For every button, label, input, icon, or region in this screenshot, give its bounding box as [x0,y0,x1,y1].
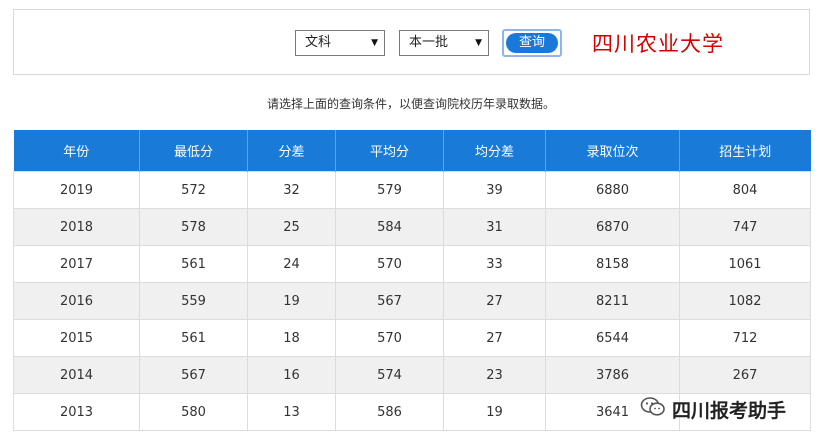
query-button[interactable]: 查询 [502,29,562,57]
cell-plan: 267 [679,356,811,394]
table-row: 2018 578 25 584 31 6870 747 [13,208,811,246]
cell-score-diff: 32 [247,171,336,209]
table-row: 2014 567 16 574 23 3786 267 [13,356,811,394]
cell-rank: 3786 [545,356,680,394]
table-row: 2016 559 19 567 27 8211 1082 [13,282,811,320]
column-header-rank: 录取位次 [545,130,680,172]
column-header-avg-diff: 均分差 [443,130,546,172]
column-header-year: 年份 [13,130,140,172]
dropdown-arrow-icon: ▼ [475,38,482,48]
cell-rank: 6880 [545,171,680,209]
cell-year: 2014 [13,356,140,394]
query-button-label: 查询 [506,33,558,53]
cell-avg-diff: 27 [443,282,546,320]
column-header-plan: 招生计划 [679,130,811,172]
cell-min-score: 578 [139,208,248,246]
column-header-avg-score: 平均分 [335,130,444,172]
cell-year: 2019 [13,171,140,209]
wechat-watermark: 四川报考助手 [640,394,786,424]
table-row: 2017 561 24 570 33 8158 1061 [13,245,811,283]
cell-avg-diff: 19 [443,393,546,431]
cell-min-score: 567 [139,356,248,394]
column-header-score-diff: 分差 [247,130,336,172]
cell-avg-diff: 23 [443,356,546,394]
cell-score-diff: 13 [247,393,336,431]
subject-select-value: 文科 [305,35,332,50]
cell-rank: 6870 [545,208,680,246]
cell-score-diff: 18 [247,319,336,357]
cell-plan: 1082 [679,282,811,320]
dropdown-arrow-icon: ▼ [371,38,378,48]
cell-min-score: 572 [139,171,248,209]
cell-score-diff: 16 [247,356,336,394]
batch-select-value: 本一批 [409,35,449,50]
cell-score-diff: 19 [247,282,336,320]
cell-avg-diff: 33 [443,245,546,283]
cell-year: 2015 [13,319,140,357]
cell-avg-score: 579 [335,171,444,209]
cell-year: 2017 [13,245,140,283]
wechat-icon [640,396,666,422]
cell-min-score: 561 [139,245,248,283]
cell-avg-score: 584 [335,208,444,246]
query-hint: 请选择上面的查询条件，以便查询院校历年录取数据。 [266,97,555,111]
cell-avg-score: 570 [335,245,444,283]
table-row: 2015 561 18 570 27 6544 712 [13,319,811,357]
cell-rank: 8211 [545,282,680,320]
cell-year: 2018 [13,208,140,246]
cell-year: 2016 [13,282,140,320]
table-header-row: 年份 最低分 分差 平均分 均分差 录取位次 招生计划 [13,130,811,172]
subject-select[interactable]: 文科 ▼ [295,30,385,56]
cell-rank: 6544 [545,319,680,357]
cell-plan: 747 [679,208,811,246]
query-filter-panel: 文科 ▼ 本一批 ▼ 查询 四川农业大学 [13,9,810,75]
cell-plan: 804 [679,171,811,209]
school-name: 四川农业大学 [592,32,724,56]
cell-score-diff: 25 [247,208,336,246]
cell-plan: 1061 [679,245,811,283]
cell-avg-diff: 27 [443,319,546,357]
cell-min-score: 561 [139,319,248,357]
cell-avg-score: 574 [335,356,444,394]
cell-avg-diff: 31 [443,208,546,246]
batch-select[interactable]: 本一批 ▼ [399,30,489,56]
cell-year: 2013 [13,393,140,431]
cell-rank: 8158 [545,245,680,283]
cell-min-score: 580 [139,393,248,431]
cell-score-diff: 24 [247,245,336,283]
watermark-text: 四川报考助手 [672,399,787,422]
cell-avg-score: 570 [335,319,444,357]
cell-avg-score: 586 [335,393,444,431]
cell-plan: 712 [679,319,811,357]
cell-min-score: 559 [139,282,248,320]
cell-avg-diff: 39 [443,171,546,209]
admission-score-table: 年份 最低分 分差 平均分 均分差 录取位次 招生计划 2019 572 32 … [13,130,811,431]
column-header-min-score: 最低分 [139,130,248,172]
table-row: 2019 572 32 579 39 6880 804 [13,171,811,209]
cell-avg-score: 567 [335,282,444,320]
